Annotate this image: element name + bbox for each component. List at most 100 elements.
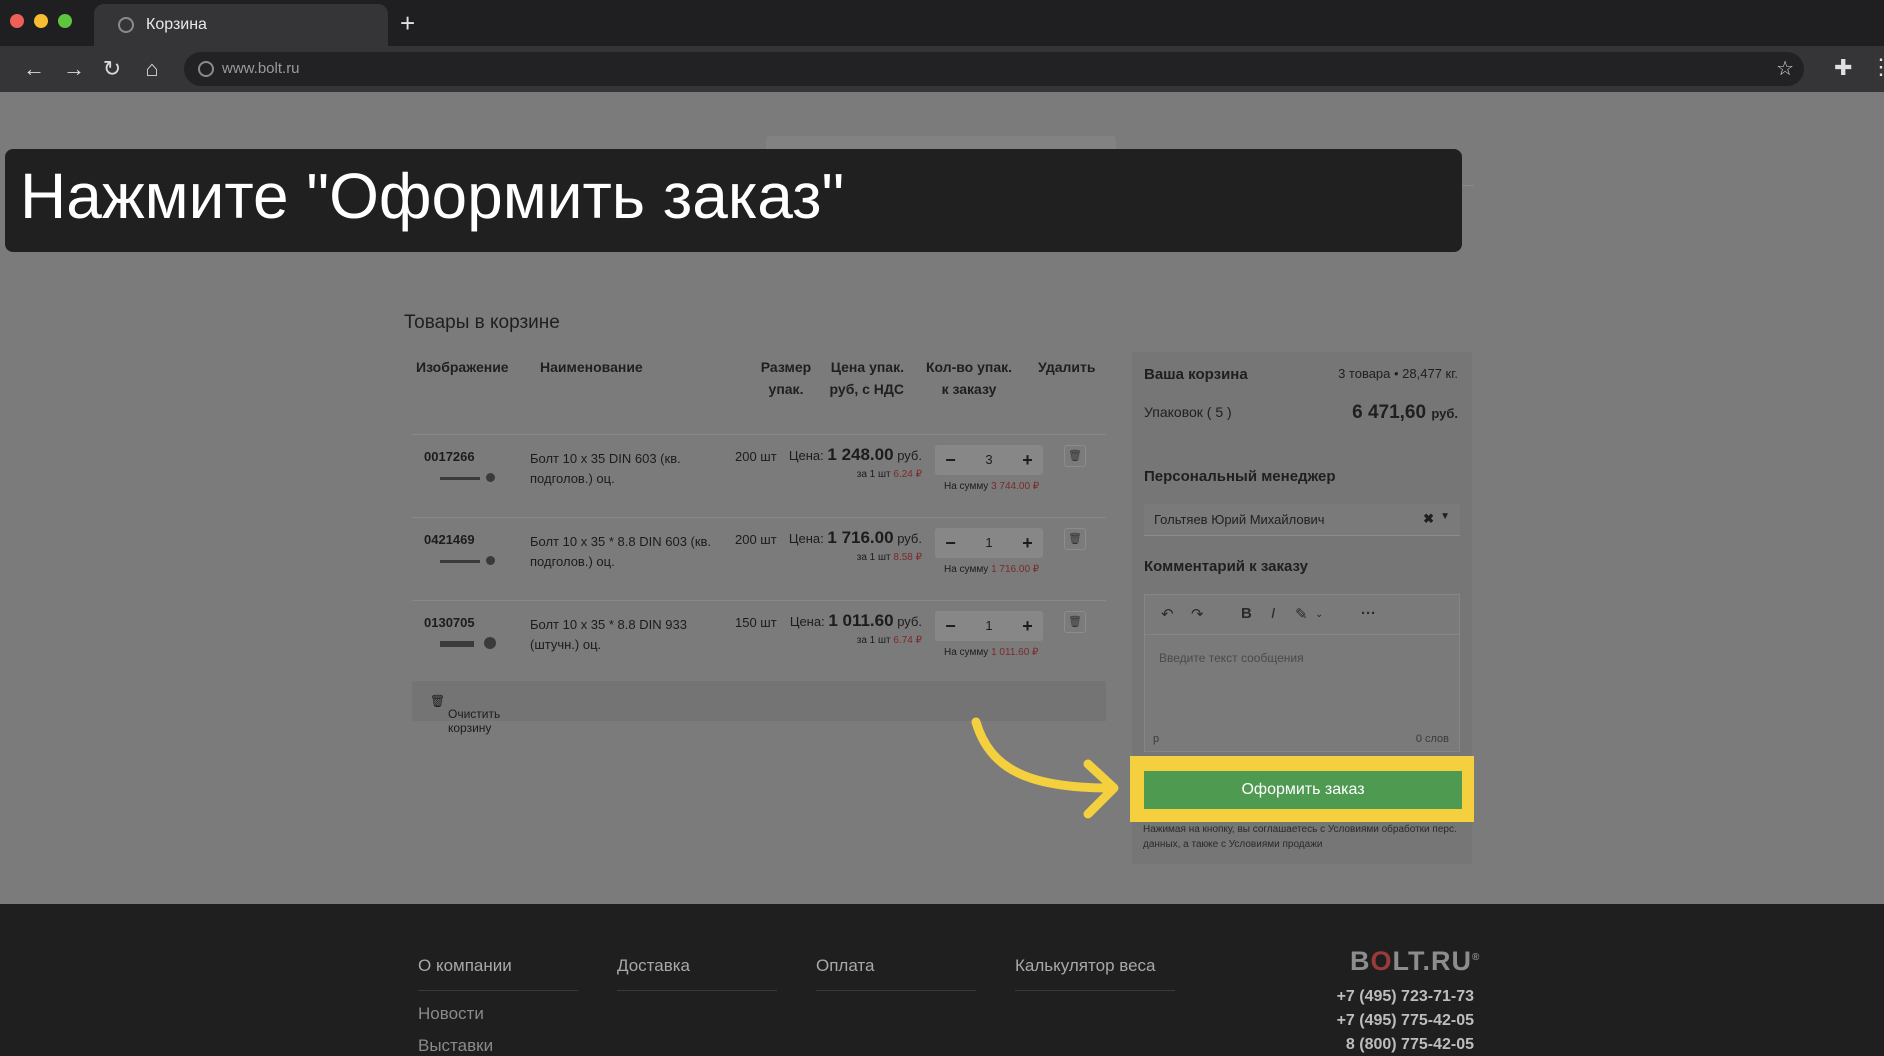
quantity-stepper: − 1 +: [935, 611, 1043, 641]
trash-icon[interactable]: 🗑: [1064, 445, 1086, 467]
total-value: 6 471,60: [1352, 402, 1427, 423]
quantity-input[interactable]: 1: [966, 612, 1012, 640]
quantity-input[interactable]: 1: [966, 529, 1012, 557]
item-sum: На сумму 3 744.00 ₽: [944, 481, 1039, 492]
more-icon[interactable]: ···: [1361, 605, 1376, 622]
product-image[interactable]: [440, 560, 480, 563]
word-count: 0 слов: [1415, 733, 1449, 745]
home-icon[interactable]: ⌂: [138, 55, 166, 83]
sum-label: На сумму: [944, 564, 989, 575]
browser-tab[interactable]: Корзина: [94, 4, 388, 46]
forward-icon[interactable]: →: [60, 55, 88, 83]
footer-link-calculator[interactable]: Калькулятор веса: [1015, 956, 1175, 991]
trash-icon[interactable]: 🗑: [1064, 611, 1086, 633]
product-image[interactable]: [440, 477, 480, 480]
header-image: Изображение: [416, 359, 509, 375]
address-bar[interactable]: www.bolt.ru ☆: [184, 52, 1804, 86]
undo-icon[interactable]: ↶: [1161, 605, 1174, 623]
highlight-icon[interactable]: ✎: [1295, 605, 1308, 623]
phone-2[interactable]: +7 (495) 775-42-05: [1337, 1012, 1474, 1030]
manager-name: Гольтяев Юрий Михайлович: [1154, 512, 1325, 527]
item-price: Цена: 1 248.00 руб.: [789, 445, 922, 465]
quantity-stepper: − 1 +: [935, 528, 1043, 558]
new-tab-button[interactable]: +: [400, 10, 415, 36]
item-sum: На сумму 1 716.00 ₽: [944, 564, 1039, 575]
bookmark-star-icon[interactable]: ☆: [1776, 56, 1794, 81]
quantity-input[interactable]: 3: [966, 446, 1012, 474]
price-label: Цена:: [788, 448, 824, 463]
decrease-button[interactable]: −: [936, 446, 966, 474]
footer-link-delivery[interactable]: Доставка: [617, 956, 777, 991]
legal-notice: Нажимая на кнопку, вы соглашаетесь с Усл…: [1143, 824, 1457, 850]
tab-title: Корзина: [146, 16, 207, 33]
item-sku[interactable]: 0421469: [424, 532, 475, 547]
total-currency: руб.: [1431, 406, 1458, 421]
increase-button[interactable]: +: [1012, 446, 1042, 474]
unit-value: 6.74 ₽: [893, 635, 922, 646]
footer-link-payment[interactable]: Оплата: [816, 956, 976, 991]
increase-button[interactable]: +: [1012, 529, 1042, 557]
phone-1[interactable]: +7 (495) 723-71-73: [1337, 988, 1474, 1006]
table-row: 0421469 Болт 10 x 35 * 8.8 DIN 603 (кв. …: [412, 517, 1106, 599]
reload-icon[interactable]: ↻: [98, 55, 126, 83]
instruction-banner: Нажмите "Оформить заказ": [5, 149, 1462, 252]
header-name: Наименование: [540, 359, 643, 375]
unit-price: за 1 шт 6.24 ₽: [857, 469, 922, 480]
globe-icon: [118, 17, 134, 33]
chevron-down-icon[interactable]: ⌄: [1315, 609, 1323, 620]
item-name[interactable]: Болт 10 x 35 DIN 603 (кв. подголов.) оц.: [530, 449, 720, 489]
site-footer: О компании Доставка Оплата Калькулятор в…: [0, 904, 1884, 1056]
place-order-button[interactable]: Оформить заказ: [1144, 771, 1462, 809]
phone-3[interactable]: 8 (800) 775-42-05: [1346, 1036, 1474, 1054]
extensions-icon[interactable]: ✚: [1834, 55, 1852, 81]
product-image-nut: [484, 637, 496, 649]
summary-total: 6 471,60 руб.: [1352, 402, 1458, 424]
back-icon[interactable]: ←: [20, 55, 48, 83]
item-price: Цена: 1 716.00 руб.: [789, 528, 922, 548]
unit-price: за 1 шт 6.74 ₽: [857, 635, 922, 646]
footer-link-about[interactable]: О компании: [418, 956, 578, 991]
footer-link-exhibitions[interactable]: Выставки: [418, 1036, 493, 1056]
bold-icon[interactable]: B: [1241, 605, 1252, 622]
trash-icon[interactable]: 🗑: [1064, 528, 1086, 550]
unit-value: 8.58 ₽: [893, 552, 922, 563]
comment-input[interactable]: Введите текст сообщения: [1159, 651, 1304, 665]
price-value: 1 248.00: [827, 445, 894, 464]
manager-title: Персональный менеджер: [1144, 468, 1336, 485]
unit-label: за 1 шт: [856, 635, 891, 646]
manager-select[interactable]: Гольтяев Юрий Михайлович ✖ ▼: [1144, 504, 1460, 536]
globe-icon: [198, 61, 214, 77]
price-label: Цена:: [788, 531, 824, 546]
bolt-logo[interactable]: BOLT.RU®: [1350, 946, 1480, 977]
sum-value: 1 011.60 ₽: [991, 647, 1039, 658]
summary-packs: Упаковок ( 5 ): [1144, 404, 1232, 420]
close-window-button[interactable]: [10, 14, 24, 28]
clear-cart-link[interactable]: 🗑 Очистить корзину: [430, 694, 500, 735]
url-text: www.bolt.ru: [222, 60, 300, 77]
item-size: 150 шт: [735, 615, 777, 630]
decrease-button[interactable]: −: [936, 612, 966, 640]
item-name[interactable]: Болт 10 x 35 * 8.8 DIN 933 (штучн.) оц.: [530, 615, 720, 655]
minimize-window-button[interactable]: [34, 14, 48, 28]
item-sku[interactable]: 0130705: [424, 615, 475, 630]
increase-button[interactable]: +: [1012, 612, 1042, 640]
item-name[interactable]: Болт 10 x 35 * 8.8 DIN 603 (кв. подголов…: [530, 532, 720, 572]
unit-value: 6.24 ₽: [893, 469, 922, 480]
maximize-window-button[interactable]: [58, 14, 72, 28]
menu-kebab-icon[interactable]: ⋮: [1870, 54, 1884, 80]
clear-selection-icon[interactable]: ✖: [1423, 511, 1434, 527]
chevron-down-icon[interactable]: ▼: [1440, 511, 1450, 522]
footer-link-news[interactable]: Новости: [418, 1004, 484, 1024]
summary-title: Ваша корзина: [1144, 366, 1248, 383]
redo-icon[interactable]: ↷: [1191, 605, 1204, 623]
logo-part: O: [1370, 946, 1393, 976]
sum-label: На сумму: [944, 481, 989, 492]
product-image[interactable]: [440, 641, 474, 647]
browser-toolbar: ← → ↻ ⌂ www.bolt.ru ☆: [0, 46, 1884, 92]
unit-price: за 1 шт 8.58 ₽: [857, 552, 922, 563]
item-sku[interactable]: 0017266: [424, 449, 475, 464]
italic-icon[interactable]: I: [1271, 605, 1275, 622]
decrease-button[interactable]: −: [936, 529, 966, 557]
table-row: 0017266 Болт 10 x 35 DIN 603 (кв. подгол…: [412, 434, 1106, 516]
price-currency: руб.: [897, 614, 922, 629]
